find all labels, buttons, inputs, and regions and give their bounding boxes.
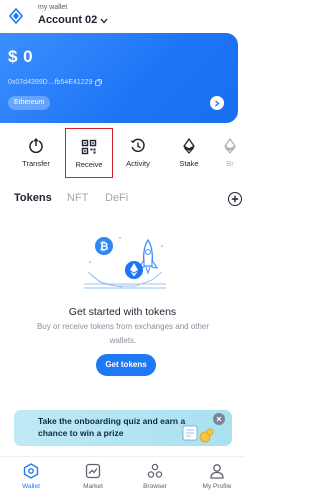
svg-text:₿: ₿ [100,240,109,253]
action-label: Receive [75,160,103,169]
wallet-subtitle: my wallet [38,4,68,11]
ethereum-diamond-icon [180,137,198,155]
prize-illustration [182,425,214,443]
chevron-right-icon [215,99,220,107]
qr-code-icon [80,138,98,156]
bridge-button-partial[interactable]: Br [215,128,245,178]
empty-state-title: Get started with tokens [68,306,177,318]
wallet-address: 0x07d4399D…fb54E41229 [8,79,93,86]
nav-label: Market [83,483,103,490]
copy-icon[interactable] [95,79,103,86]
clock-icon [129,137,147,155]
wallet-nav-icon [23,463,39,479]
action-label: Activity [126,159,150,168]
tab-defi[interactable]: DeFi [105,192,128,204]
tab-nft[interactable]: NFT [67,192,88,204]
onboarding-quiz-banner[interactable]: Take the onboarding quiz and earn a chan… [14,410,232,446]
nav-browser[interactable]: Browser [125,457,185,500]
action-label: Transfer [22,159,50,168]
nav-wallet[interactable]: Wallet [1,457,61,500]
plus-icon [231,195,239,203]
balance-amount: $ 0 [8,47,34,66]
stake-button[interactable]: Stake [165,128,213,178]
nav-my-profile[interactable]: My Profile [187,457,247,500]
empty-state-description: Buy or receive tokens from exchanges and… [36,322,210,345]
card-arrow-button[interactable] [210,96,224,110]
close-icon [216,416,222,422]
wallet-logo-icon [8,7,24,25]
tokens-illustration: ₿ [84,237,166,289]
chevron-down-icon [100,18,108,23]
ethereum-diamond-icon [221,137,239,155]
action-bar: Transfer Receive Activity Stake Br [0,128,245,178]
asset-tabs: Tokens NFT DeFi [0,192,245,212]
tab-tokens[interactable]: Tokens [14,192,52,204]
get-tokens-button[interactable]: Get tokens [96,354,156,376]
account-selector[interactable]: Account 02 [38,14,108,26]
nav-market[interactable]: Market [63,457,123,500]
bottom-navigation: Wallet Market Browser My Profile [0,456,245,500]
action-label: Stake [179,159,199,168]
nav-label: Browser [143,483,167,490]
account-name: Account 02 [38,14,98,26]
browser-nodes-icon [147,463,163,479]
market-chart-icon [85,463,101,479]
transfer-button[interactable]: Transfer [12,128,60,178]
activity-button[interactable]: Activity [114,128,162,178]
network-badge[interactable]: Ethereum [8,96,51,110]
promo-text: Take the onboarding quiz and earn a chan… [38,416,186,438]
header: my wallet Account 02 [0,0,245,32]
nav-label: My Profile [202,483,232,490]
balance-card: $ 0 0x07d4399D…fb54E41229 Ethereum [0,33,238,123]
profile-person-icon [209,463,225,479]
power-arrow-icon [27,137,45,155]
close-banner-button[interactable] [213,413,225,425]
action-label: Br [226,159,234,168]
add-token-button[interactable] [228,192,242,206]
nav-label: Wallet [22,483,40,490]
wallet-address-row[interactable]: 0x07d4399D…fb54E41229 [8,79,103,86]
receive-button[interactable]: Receive [65,128,113,178]
